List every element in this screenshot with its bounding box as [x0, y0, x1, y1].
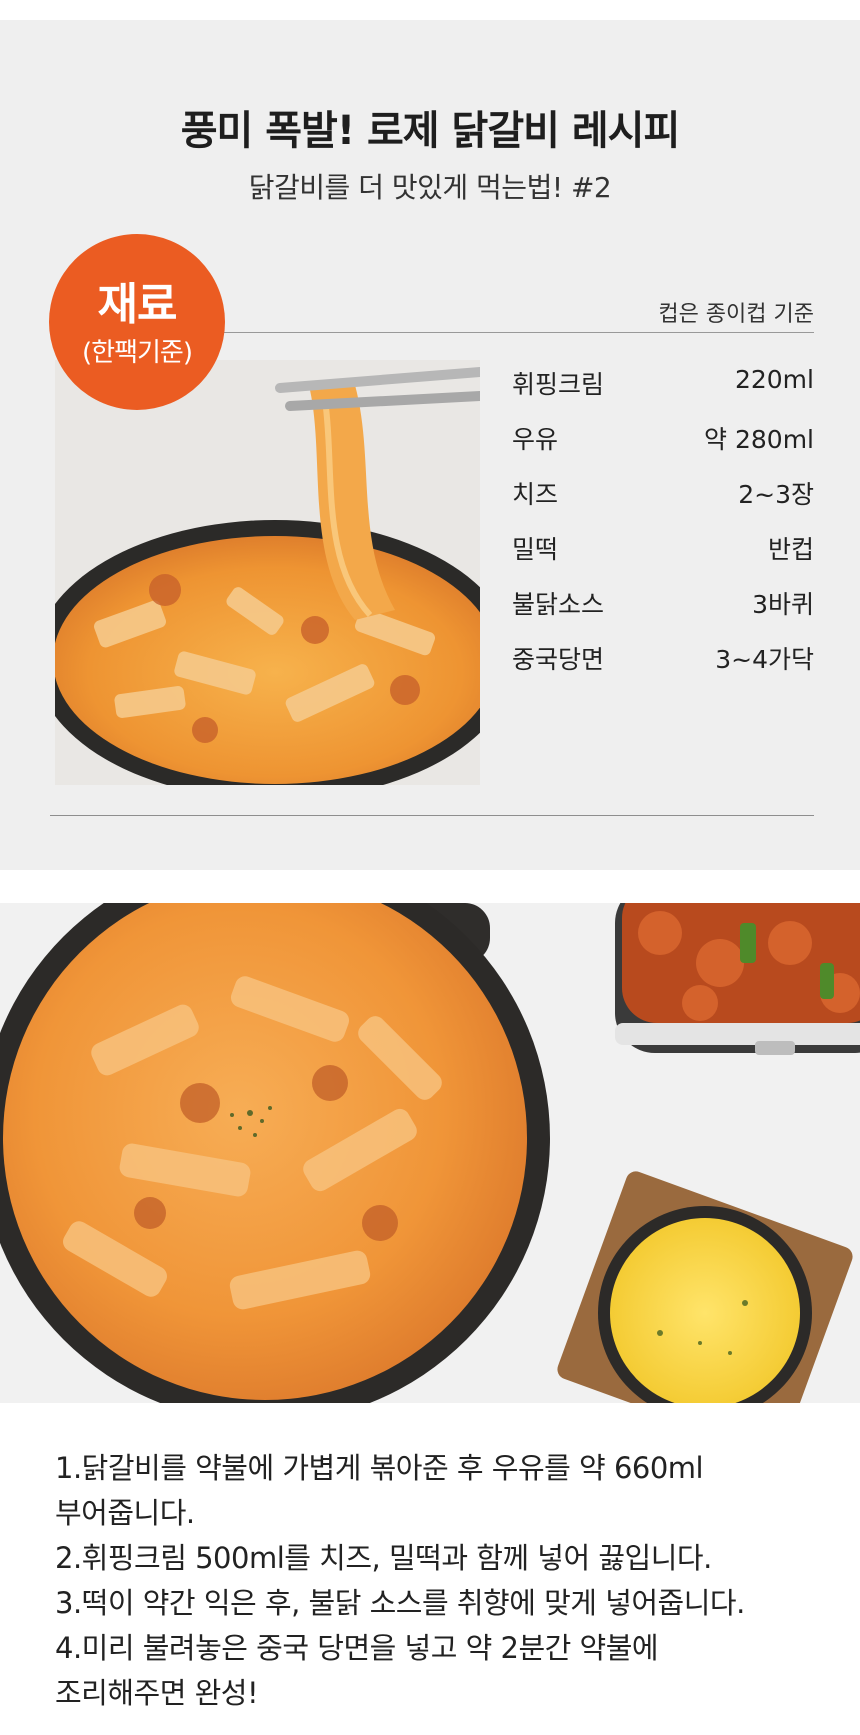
- badge-subtitle: (한팩기준): [82, 338, 193, 368]
- step-line: 조리해주면 완성!: [55, 1676, 259, 1710]
- ingredient-amount: 3바퀴: [752, 590, 814, 619]
- recipe-steps: 1.닭갈비를 약불에 가볍게 볶아준 후 우유를 약 660ml 부어줍니다. …: [55, 1446, 835, 1716]
- ingredient-row: 치즈 2~3장: [512, 470, 814, 525]
- ingredient-name: 밀떡: [512, 535, 559, 564]
- ingredient-row: 우유 약 280ml: [512, 415, 814, 470]
- step-line: 3.떡이 약간 익은 후, 불닭 소스를 취향에 맞게 넣어줍니다.: [55, 1586, 745, 1620]
- ingredients-list: 휘핑크림 220ml 우유 약 280ml 치즈 2~3장 밀떡 반컵 불닭소스…: [512, 360, 814, 690]
- badge-title: 재료: [97, 279, 178, 330]
- page-subtitle: 닭갈비를 더 맛있게 먹는법! #2: [248, 171, 612, 204]
- divider: [224, 332, 814, 333]
- ingredient-name: 중국당면: [512, 645, 605, 674]
- step-line: 2.휘핑크림 500ml를 치즈, 밀떡과 함께 넣어 끓입니다.: [55, 1541, 712, 1575]
- page-title: 풍미 폭발! 로제 닭갈비 레시피: [180, 108, 681, 154]
- rose-dakgalbi-photo: [55, 360, 480, 785]
- finished-dish-photo: [0, 903, 860, 1403]
- ingredient-row: 휘핑크림 220ml: [512, 360, 814, 415]
- ingredient-amount: 반컵: [767, 535, 814, 564]
- step-line: 1.닭갈비를 약불에 가볍게 볶아준 후 우유를 약 660ml: [55, 1451, 704, 1485]
- divider: [50, 815, 814, 816]
- ingredient-row: 밀떡 반컵: [512, 525, 814, 580]
- ingredient-amount: 3~4가닥: [715, 645, 814, 674]
- ingredients-badge: 재료 (한팩기준): [49, 234, 225, 410]
- ingredient-name: 불닭소스: [512, 590, 605, 619]
- ingredient-amount: 2~3장: [738, 480, 814, 509]
- cup-note: 컵은 종이컵 기준: [658, 302, 814, 327]
- ingredient-name: 우유: [512, 425, 559, 454]
- ingredient-row: 불닭소스 3바퀴: [512, 580, 814, 635]
- step-line: 4.미리 불려놓은 중국 당면을 넣고 약 2분간 약불에: [55, 1631, 659, 1665]
- step-line: 부어줍니다.: [55, 1496, 195, 1530]
- ingredient-row: 중국당면 3~4가닥: [512, 635, 814, 690]
- ingredient-amount: 약 280ml: [704, 425, 814, 454]
- ingredient-name: 치즈: [512, 480, 559, 509]
- ingredient-name: 휘핑크림: [512, 370, 605, 399]
- ingredient-amount: 220ml: [734, 365, 814, 394]
